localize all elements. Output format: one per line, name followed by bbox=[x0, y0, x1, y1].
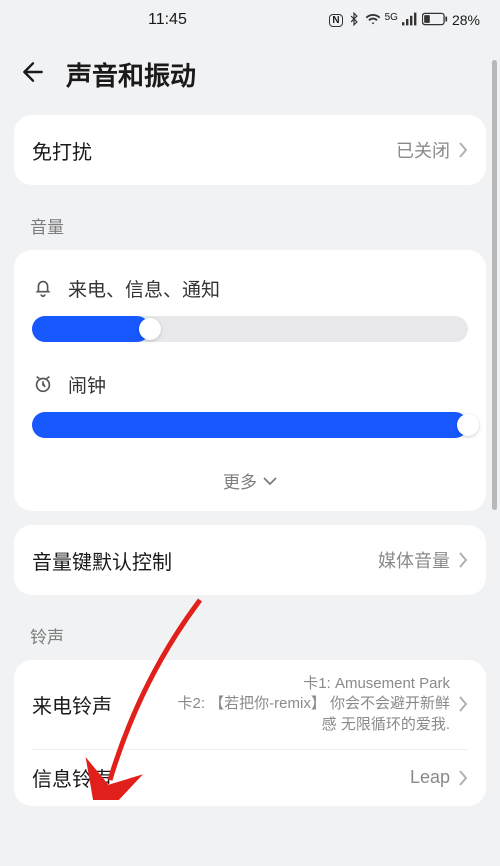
incoming-ringtone-values: 卡1: Amusement Park 卡2: 【若把你-remix】 你会不会避… bbox=[170, 674, 450, 735]
volume-key-card: 音量键默认控制 媒体音量 bbox=[14, 525, 486, 595]
battery-percent: 28% bbox=[452, 12, 480, 28]
chevron-right-icon bbox=[458, 696, 468, 712]
message-ringtone-value: Leap bbox=[410, 767, 450, 788]
volume-key-row[interactable]: 音量键默认控制 媒体音量 bbox=[32, 525, 468, 595]
page-header: 声音和振动 bbox=[0, 40, 500, 115]
message-ringtone-row[interactable]: 信息铃声 Leap bbox=[32, 750, 468, 806]
ring-volume-slider[interactable] bbox=[32, 316, 468, 342]
volume-key-label: 音量键默认控制 bbox=[32, 546, 172, 575]
page-title: 声音和振动 bbox=[66, 56, 196, 93]
volume-section-label: 音量 bbox=[0, 199, 500, 250]
bell-icon bbox=[32, 277, 54, 299]
chevron-right-icon bbox=[458, 770, 468, 786]
signal-5g-icon: 5G bbox=[385, 12, 398, 23]
signal-bars-icon bbox=[402, 12, 418, 29]
nfc-icon: N bbox=[329, 14, 342, 27]
dnd-label: 免打扰 bbox=[32, 136, 92, 165]
incoming-ringtone-label: 来电铃声 bbox=[32, 690, 112, 719]
dnd-card: 免打扰 已关闭 bbox=[14, 115, 486, 185]
dnd-value: 已关闭 bbox=[396, 137, 450, 163]
wifi-icon bbox=[365, 11, 381, 30]
volume-more-button[interactable]: 更多 bbox=[32, 458, 468, 511]
clock-icon bbox=[32, 373, 54, 395]
chevron-right-icon bbox=[458, 142, 468, 158]
alarm-volume-slider[interactable] bbox=[32, 412, 468, 438]
chevron-right-icon bbox=[458, 552, 468, 568]
scrollbar[interactable] bbox=[492, 60, 497, 510]
incoming-ringtone-row[interactable]: 来电铃声 卡1: Amusement Park 卡2: 【若把你-remix】 … bbox=[32, 660, 468, 749]
ring-volume-label: 来电、信息、通知 bbox=[68, 275, 220, 302]
message-ringtone-label: 信息铃声 bbox=[32, 763, 112, 792]
ringtones-card: 来电铃声 卡1: Amusement Park 卡2: 【若把你-remix】 … bbox=[14, 660, 486, 806]
incoming-ringtone-sim2: 卡2: 【若把你-remix】 你会不会避开新鲜感 无限循环的爱我. bbox=[170, 694, 450, 735]
back-button[interactable] bbox=[20, 59, 46, 90]
alarm-volume-label: 闹钟 bbox=[68, 371, 106, 398]
battery-icon bbox=[422, 12, 448, 29]
volume-key-value: 媒体音量 bbox=[378, 547, 450, 573]
volume-card: 来电、信息、通知 闹钟 更多 bbox=[14, 250, 486, 511]
ringtones-section-label: 铃声 bbox=[0, 609, 500, 660]
status-icons: N 5G 28% bbox=[329, 11, 480, 30]
status-bar: 11:45 N 5G 28% bbox=[0, 0, 500, 40]
alarm-volume-row: 闹钟 bbox=[32, 362, 468, 406]
ring-volume-row: 来电、信息、通知 bbox=[32, 266, 468, 310]
status-time: 11:45 bbox=[148, 11, 187, 29]
incoming-ringtone-sim1: 卡1: Amusement Park bbox=[170, 674, 450, 694]
dnd-row[interactable]: 免打扰 已关闭 bbox=[32, 115, 468, 185]
volume-more-label: 更多 bbox=[223, 468, 257, 493]
chevron-down-icon bbox=[263, 471, 277, 491]
bluetooth-icon bbox=[347, 12, 361, 29]
